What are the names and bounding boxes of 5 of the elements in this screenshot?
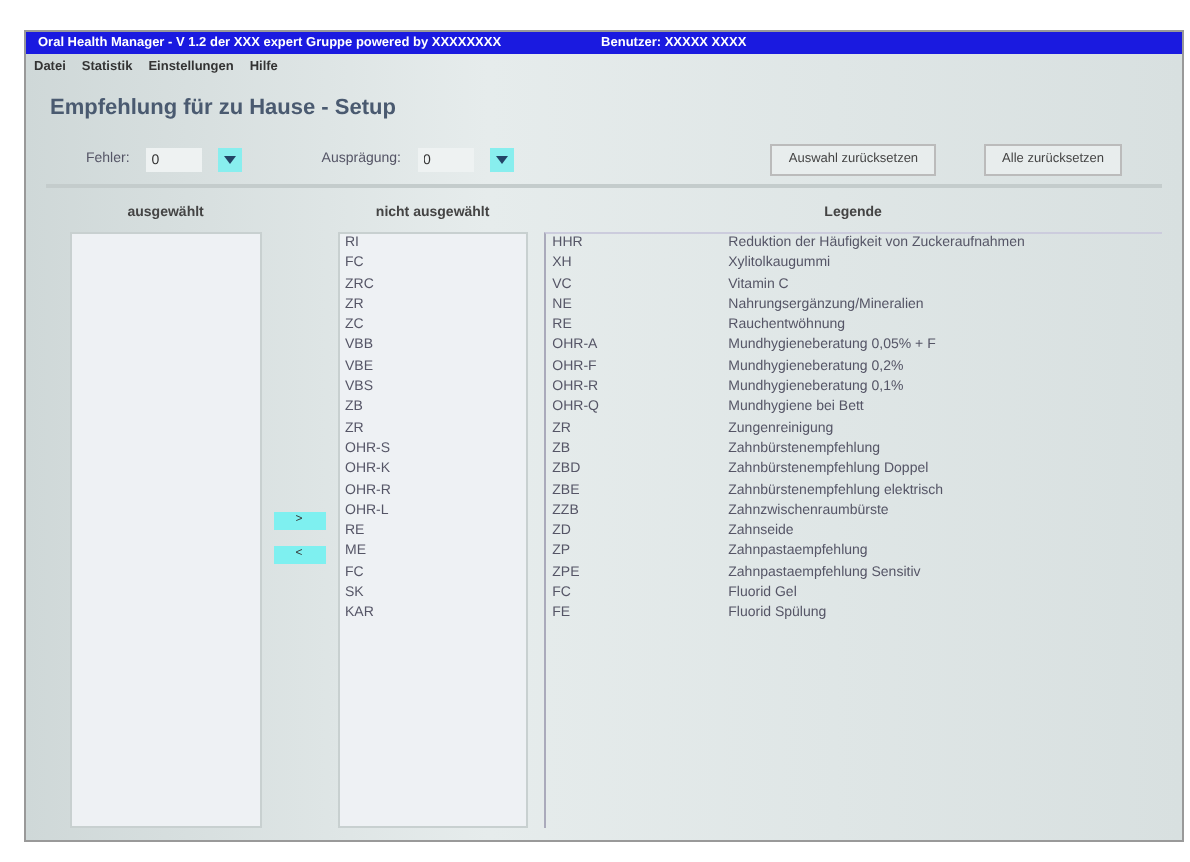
caret-icon [495, 156, 507, 165]
caret-icon [223, 156, 236, 165]
dropdown-button[interactable] [217, 148, 242, 173]
dropdown-button[interactable] [489, 148, 513, 173]
page-heading: Empfehlung für zu Hause - Setup [48, 93, 398, 124]
